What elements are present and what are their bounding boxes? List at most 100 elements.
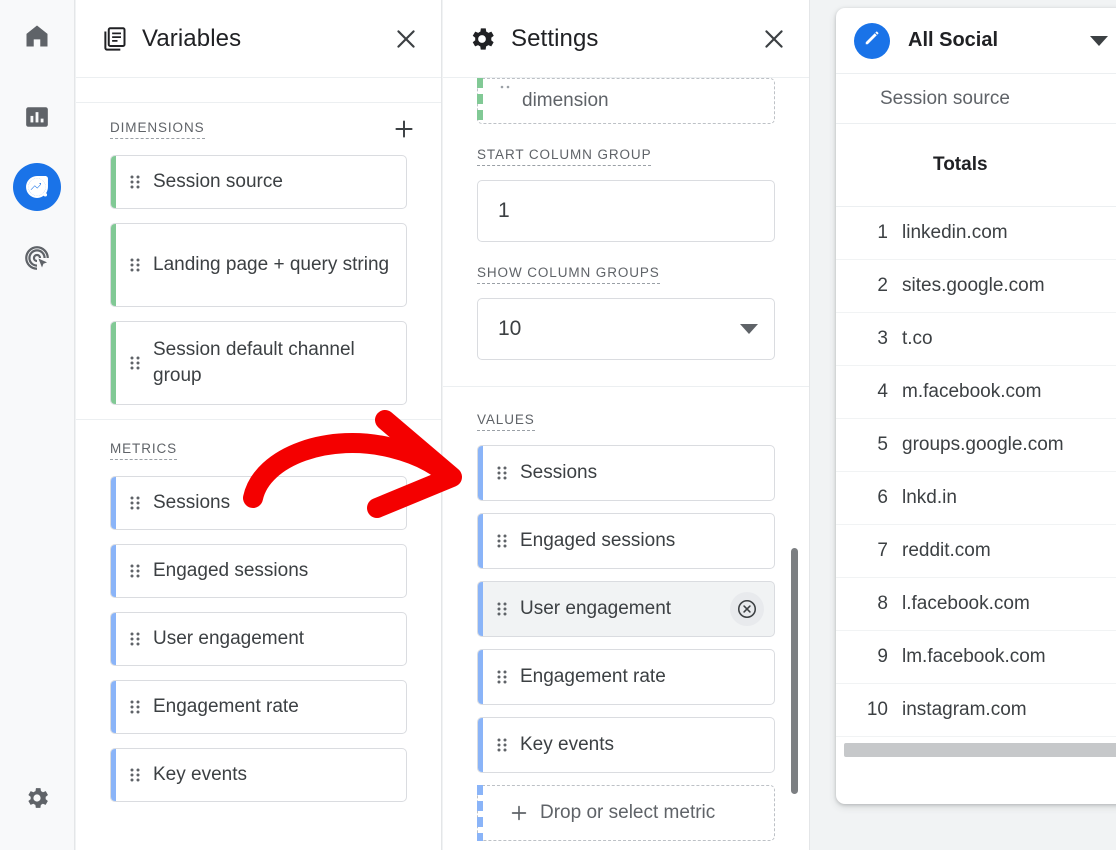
value-chip-label: Engaged sessions: [520, 530, 676, 551]
bar-chart-icon: [24, 104, 50, 130]
metric-chip[interactable]: Engaged sessions: [110, 544, 407, 598]
show-column-groups-label: SHOW COLUMN GROUPS: [477, 265, 660, 284]
drag-handle-icon[interactable]: [496, 600, 508, 618]
row-value: t.co: [902, 328, 933, 349]
metrics-section: METRICS Sessions Engaged sessions User e…: [76, 419, 441, 802]
metric-chip[interactable]: User engagement: [110, 612, 407, 666]
table-row[interactable]: 6 lnkd.in: [836, 472, 1116, 525]
chevron-down-icon[interactable]: [1090, 35, 1108, 47]
add-dimension-button[interactable]: [391, 116, 417, 142]
drag-handle-icon[interactable]: [129, 766, 141, 784]
left-nav-rail: [0, 0, 75, 850]
table-row[interactable]: 4 m.facebook.com: [836, 366, 1116, 419]
gear-icon: [467, 24, 497, 54]
start-column-group-label: START COLUMN GROUP: [477, 147, 652, 166]
drag-handle-icon[interactable]: [496, 668, 508, 686]
row-value: m.facebook.com: [902, 381, 1042, 402]
drag-handle-icon[interactable]: [129, 562, 141, 580]
row-value: reddit.com: [902, 540, 991, 561]
drag-handle-icon[interactable]: [129, 354, 141, 372]
dimension-accent-bar: [477, 78, 483, 124]
drop-or-select-metric[interactable]: Drop or select metric: [477, 785, 775, 841]
rail-item-admin[interactable]: [13, 774, 61, 822]
metric-chip[interactable]: Engagement rate: [110, 680, 407, 734]
drag-handle-icon[interactable]: [129, 494, 141, 512]
row-index: 1: [877, 222, 888, 243]
chevron-down-icon[interactable]: [740, 317, 758, 341]
dimension-chip-label: Session default channel group: [153, 339, 355, 386]
rail-item-explore[interactable]: [13, 163, 61, 211]
table-row[interactable]: 5 groups.google.com: [836, 419, 1116, 472]
explore-icon: [23, 173, 51, 201]
row-index: 7: [877, 540, 888, 561]
drag-handle-icon[interactable]: [129, 698, 141, 716]
table-row[interactable]: 10 instagram.com: [836, 684, 1116, 737]
table-totals-row: Totals: [836, 124, 1116, 207]
report-title: All Social: [908, 29, 999, 51]
row-value: groups.google.com: [902, 434, 1064, 455]
drag-handle-icon[interactable]: [129, 630, 141, 648]
library-books-icon: [100, 25, 128, 53]
table-row[interactable]: 9 lm.facebook.com: [836, 631, 1116, 684]
metric-chip-label: Key events: [153, 764, 247, 785]
metric-chip-label: Engagement rate: [153, 696, 299, 717]
rail-item-home[interactable]: [13, 12, 61, 60]
rail-item-advertising[interactable]: [13, 234, 61, 282]
value-chip-label: Sessions: [520, 462, 598, 483]
page-title: Variables: [142, 24, 242, 52]
start-column-group-field: START COLUMN GROUP 1: [443, 146, 809, 242]
metrics-section-header: METRICS: [76, 424, 441, 476]
variables-panel: Variables DIMENSIONS Session source Land…: [76, 0, 442, 850]
variables-panel-body: DIMENSIONS Session source Landing page +…: [76, 78, 441, 850]
show-column-groups-field: SHOW COLUMN GROUPS 10: [443, 264, 809, 360]
scrollbar-thumb[interactable]: [844, 743, 1116, 757]
settings-scrollbar[interactable]: [791, 548, 798, 794]
row-index: 9: [877, 646, 888, 667]
value-chip[interactable]: Engagement rate: [477, 649, 775, 705]
drag-handle-icon[interactable]: [496, 532, 508, 550]
drop-dimension-label: dimension: [522, 90, 609, 111]
table-row[interactable]: 3 t.co: [836, 313, 1116, 366]
dimension-chip-label: Landing page + query string: [153, 254, 390, 275]
settings-panel: Settings dimension START COLUMN GROUP 1 …: [443, 0, 810, 850]
value-chip-selected[interactable]: User engagement: [477, 581, 775, 637]
pencil-icon: [862, 28, 882, 53]
row-value: linkedin.com: [902, 222, 1008, 243]
dimension-chip[interactable]: Session source: [110, 155, 407, 209]
report-card: All Social Session source Totals 1 linke…: [836, 8, 1116, 804]
value-chip-label: Key events: [520, 734, 614, 755]
drag-handle-icon[interactable]: [129, 256, 141, 274]
panel-subdivider: [76, 78, 441, 103]
drag-handle-icon[interactable]: [496, 736, 508, 754]
value-chip[interactable]: Key events: [477, 717, 775, 773]
row-index: 2: [877, 275, 888, 296]
table-row[interactable]: 2 sites.google.com: [836, 260, 1116, 313]
drop-dimension-placeholder[interactable]: dimension: [477, 78, 775, 124]
value-chip-label: User engagement: [520, 598, 672, 619]
metric-chip[interactable]: Key events: [110, 748, 407, 802]
value-chip[interactable]: Engaged sessions: [477, 513, 775, 569]
show-column-groups-select[interactable]: 10: [477, 298, 775, 360]
value-chip[interactable]: Sessions: [477, 445, 775, 501]
add-metric-button[interactable]: [391, 437, 417, 463]
table-row[interactable]: 1 linkedin.com: [836, 207, 1116, 260]
close-icon[interactable]: [393, 26, 419, 52]
dimension-chip[interactable]: Landing page + query string: [110, 223, 407, 307]
start-column-group-input[interactable]: 1: [477, 180, 775, 242]
table-horizontal-scrollbar[interactable]: [836, 737, 1116, 767]
drag-handle-icon: [500, 78, 510, 95]
drag-handle-icon[interactable]: [129, 173, 141, 191]
table-row[interactable]: 7 reddit.com: [836, 525, 1116, 578]
rail-item-reports[interactable]: [13, 93, 61, 141]
drag-handle-icon[interactable]: [496, 464, 508, 482]
edit-report-button[interactable]: [854, 22, 890, 59]
close-icon[interactable]: [761, 26, 787, 52]
dimension-chip[interactable]: Session default channel group: [110, 321, 407, 405]
drop-or-select-metric-label: Drop or select metric: [540, 802, 716, 823]
table-row[interactable]: 8 l.facebook.com: [836, 578, 1116, 631]
home-icon: [23, 22, 51, 50]
dimensions-label: DIMENSIONS: [110, 120, 205, 139]
app-root: Variables DIMENSIONS Session source Land…: [0, 0, 1116, 850]
remove-value-icon[interactable]: [730, 592, 764, 626]
metric-chip[interactable]: Sessions: [110, 476, 407, 530]
